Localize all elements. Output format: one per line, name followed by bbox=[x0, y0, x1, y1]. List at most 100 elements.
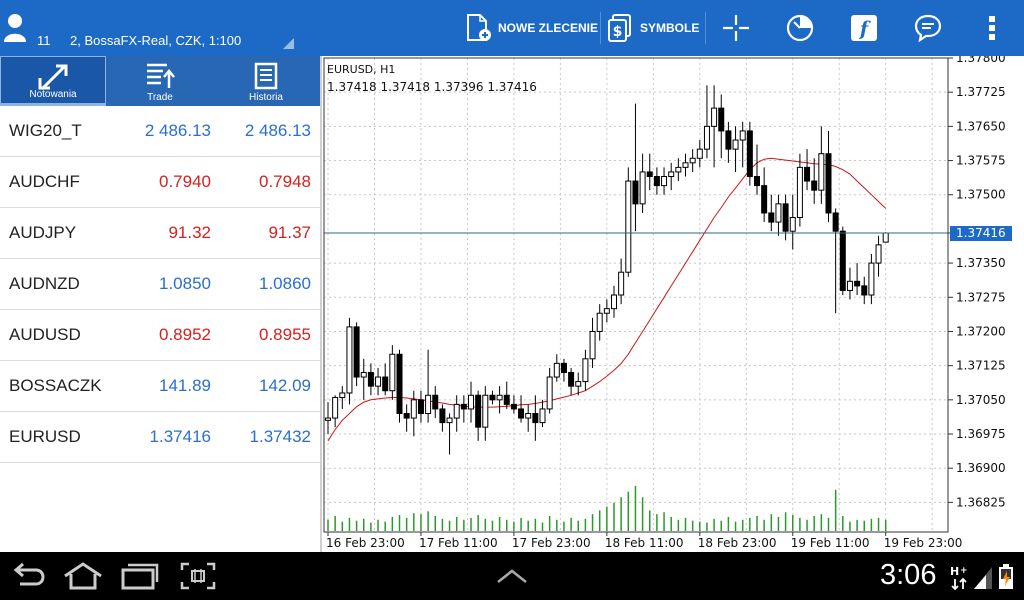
chevron-up-icon[interactable] bbox=[496, 568, 528, 584]
candle-body bbox=[546, 376, 553, 410]
bottom-tabs: Notowania Trade Historia bbox=[0, 56, 320, 106]
account-selector[interactable]: 11 2, BossaFX-Real, CZK, 1:100 bbox=[0, 0, 300, 56]
quote-bid: 2 486.13 bbox=[144, 121, 211, 140]
candle-body bbox=[725, 130, 732, 150]
candle-body bbox=[611, 294, 617, 310]
candle-body bbox=[818, 153, 825, 191]
overflow-menu-button[interactable] bbox=[977, 13, 1007, 43]
y-tick-label: 1.37050 bbox=[956, 393, 1006, 407]
symbols-label: SYMBOLE bbox=[640, 21, 700, 35]
y-tick-label: 1.37200 bbox=[956, 324, 1006, 338]
quote-row-audnzd[interactable]: AUDNZD 1.0850 1.0860 bbox=[0, 259, 320, 310]
x-tick-label: 18 Feb 11:00 bbox=[605, 536, 684, 550]
quote-bid: 91.32 bbox=[168, 223, 211, 242]
candle-body bbox=[396, 353, 403, 414]
indicators-button[interactable]: f bbox=[849, 13, 879, 43]
candle-body bbox=[560, 362, 567, 373]
quote-row-bossaczk[interactable]: BOSSACZK 141.89 142.09 bbox=[0, 361, 320, 412]
tab-trade[interactable]: Trade bbox=[107, 56, 213, 106]
candle-body bbox=[653, 176, 660, 187]
tab-history-label: Historia bbox=[249, 92, 283, 103]
candle-body bbox=[375, 376, 382, 387]
network-hplus-icon: H + bbox=[950, 565, 968, 590]
quote-bid: 1.37416 bbox=[149, 427, 211, 446]
candle-body bbox=[846, 280, 853, 291]
candle-body bbox=[668, 171, 675, 177]
svg-text:+: + bbox=[960, 566, 968, 576]
new-order-button[interactable]: NOWE ZLECENIE bbox=[466, 0, 598, 56]
candle-body bbox=[754, 176, 760, 187]
candle-body bbox=[596, 312, 603, 332]
x-tick-label: 18 Feb 23:00 bbox=[698, 536, 777, 550]
status-clock: 3:06 bbox=[880, 559, 937, 591]
quote-symbol: AUDCHF bbox=[9, 172, 80, 191]
clock-icon bbox=[786, 14, 814, 42]
function-icon: f bbox=[851, 15, 877, 41]
quote-row-audchf[interactable]: AUDCHF 0.7940 0.7948 bbox=[0, 157, 320, 208]
screenshot-icon[interactable] bbox=[180, 562, 216, 590]
candle-body bbox=[739, 130, 746, 141]
account-name: 2, BossaFX-Real, CZK, 1:100 bbox=[70, 33, 242, 48]
crosshair-button[interactable] bbox=[721, 13, 751, 43]
home-icon[interactable] bbox=[62, 562, 104, 590]
tab-quotes[interactable]: Notowania bbox=[0, 56, 106, 106]
x-tick-label: 17 Feb 11:00 bbox=[419, 536, 498, 550]
candle-body bbox=[489, 394, 496, 401]
quote-symbol: AUDUSD bbox=[9, 325, 81, 344]
candle-body bbox=[439, 408, 446, 424]
chart-canvas[interactable]: 1.37800 1.37725 1.37650 1.37575 1.37500 1.373… bbox=[322, 56, 1024, 552]
toolbar-separator bbox=[705, 12, 706, 44]
candle-body bbox=[746, 130, 753, 178]
quote-symbol: EURUSD bbox=[9, 427, 81, 446]
candle-body bbox=[589, 330, 596, 360]
battery-icon bbox=[999, 564, 1013, 589]
candle-body bbox=[360, 371, 367, 378]
quote-bid: 1.0850 bbox=[159, 274, 211, 293]
quote-bid: 0.8952 bbox=[159, 325, 211, 344]
crosshair-icon bbox=[723, 15, 749, 41]
candle-body bbox=[711, 107, 718, 127]
candle-body bbox=[453, 403, 460, 419]
candle-body bbox=[796, 166, 803, 219]
symbols-button[interactable]: $ SYMBOLE bbox=[608, 0, 699, 56]
x-tick-label: 19 Feb 11:00 bbox=[791, 536, 870, 550]
tab-history[interactable]: Historia bbox=[213, 56, 319, 106]
svg-text:$: $ bbox=[613, 24, 623, 40]
candle-body bbox=[575, 381, 582, 387]
candle-body bbox=[518, 408, 525, 419]
candle-body bbox=[339, 392, 346, 399]
y-tick-label: 1.37350 bbox=[956, 256, 1006, 270]
candle-body bbox=[553, 362, 560, 378]
candle-body bbox=[510, 403, 517, 410]
back-icon[interactable] bbox=[10, 562, 46, 590]
quote-row-eurusd[interactable]: EURUSD 1.37416 1.37432 bbox=[0, 412, 320, 463]
candle-body bbox=[346, 326, 353, 394]
x-tick-label: 19 Feb 23:00 bbox=[884, 536, 963, 550]
quote-symbol: BOSSACZK bbox=[9, 376, 102, 395]
candle-body bbox=[332, 397, 339, 419]
candle-body bbox=[475, 394, 482, 428]
new-order-icon bbox=[467, 14, 491, 41]
quotes-list: WIG20_T 2 486.13 2 486.13 AUDCHF 0.7940 … bbox=[0, 106, 320, 463]
candle-body bbox=[460, 403, 467, 410]
candle-body bbox=[525, 413, 532, 419]
candle-body bbox=[639, 171, 646, 205]
quote-row-audusd[interactable]: AUDUSD 0.8952 0.8955 bbox=[0, 310, 320, 361]
candle-body bbox=[468, 394, 474, 410]
timeframe-button[interactable] bbox=[785, 13, 815, 43]
candle-body bbox=[446, 417, 453, 424]
quote-row-audjpy[interactable]: AUDJPY 91.32 91.37 bbox=[0, 208, 320, 259]
tab-quotes-label: Notowania bbox=[29, 89, 77, 100]
quote-symbol: AUDJPY bbox=[9, 223, 77, 242]
y-tick-label: 1.37800 bbox=[956, 56, 1006, 65]
candle-body bbox=[825, 153, 832, 214]
x-tick-label: 16 Feb 23:00 bbox=[326, 536, 405, 550]
quote-row-wig20t[interactable]: WIG20_T 2 486.13 2 486.13 bbox=[0, 106, 320, 157]
recent-apps-icon[interactable] bbox=[120, 562, 160, 590]
quote-ask: 1.37432 bbox=[249, 427, 311, 446]
chat-button[interactable] bbox=[913, 13, 943, 43]
candle-body bbox=[875, 244, 882, 264]
y-tick-label: 1.37650 bbox=[956, 119, 1006, 133]
price-chart[interactable]: 1.37800 1.37725 1.37650 1.37575 1.37500 1.373… bbox=[322, 56, 1024, 552]
y-tick-label: 1.36900 bbox=[956, 461, 1006, 475]
